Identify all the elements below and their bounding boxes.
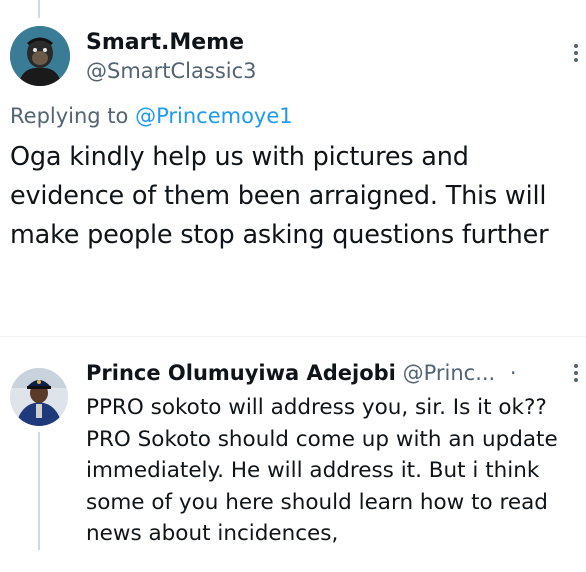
more-vertical-icon[interactable] — [574, 44, 580, 62]
divider — [0, 336, 586, 337]
tweet-text: Oga kindly help us with pictures and evi… — [10, 142, 549, 250]
reply-author-display-name[interactable]: Prince Olumuyiwa Adejobi — [86, 361, 396, 385]
author-display-name[interactable]: Smart.Meme — [86, 30, 244, 55]
reply-avatar[interactable] — [10, 368, 68, 426]
reply-header: Prince Olumuyiwa Adejobi @Princ... · — [86, 361, 517, 385]
thread-line — [38, 432, 40, 550]
replying-to-mention[interactable]: @Princemoye1 — [135, 104, 293, 128]
police-officer-avatar-image — [10, 368, 68, 426]
replying-to-line: Replying to @Princemoye1 — [10, 104, 293, 128]
replying-to-prefix: Replying to — [10, 104, 129, 128]
separator-dot: · — [509, 361, 517, 385]
ape-avatar-image — [10, 26, 70, 86]
reply-text: PPRO sokoto will address you, sir. Is it… — [86, 395, 558, 546]
reply-author-handle[interactable]: @Princ... — [403, 361, 496, 385]
thread-line — [38, 0, 40, 18]
avatar[interactable] — [10, 26, 70, 86]
more-vertical-icon[interactable] — [574, 364, 580, 382]
author-handle[interactable]: @SmartClassic3 — [86, 59, 257, 83]
